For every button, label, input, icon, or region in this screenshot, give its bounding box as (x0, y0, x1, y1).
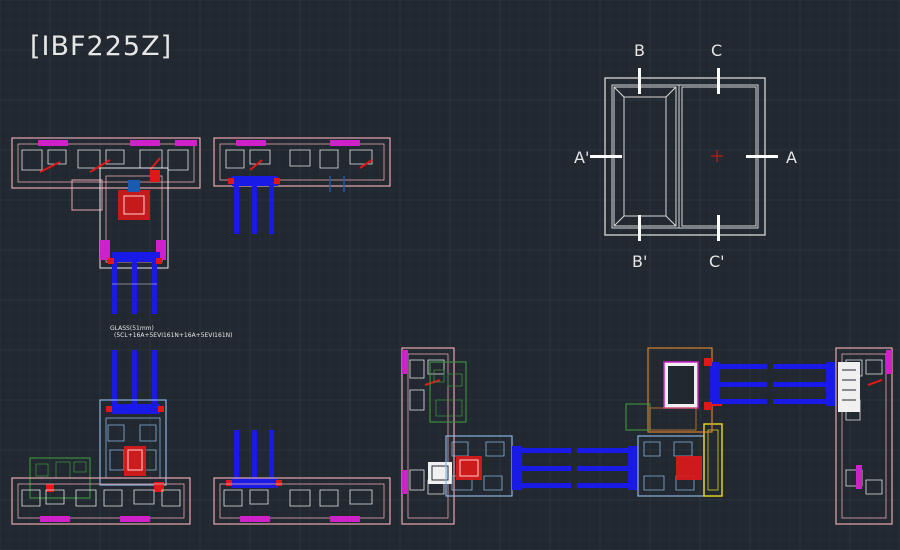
label-b-top: B (634, 41, 645, 60)
elevation-inner-frame (611, 84, 759, 229)
glass-note-line2: (5CL+16A+5EVI161N+16A+5EVI161N) (114, 332, 232, 339)
section-marker-a-right (746, 155, 778, 158)
sill-section-left (11, 350, 191, 525)
section-marker-a-left (590, 155, 622, 158)
window-elevation: B C A' A B' C' (574, 41, 797, 271)
section-marker-b-bottom (638, 215, 641, 241)
cad-drawing-canvas[interactable]: [IBF225Z] B C A' A B' C' GLASS(51mm) (5C… (0, 0, 900, 550)
left-sash (613, 86, 677, 227)
head-section-middle (213, 137, 391, 234)
label-b-bottom: B' (632, 252, 647, 271)
section-marker-c-top (717, 68, 720, 94)
label-c-bottom: C' (709, 252, 725, 271)
glass-note-line1: GLASS(51mm) (110, 325, 154, 332)
drawing-title: [IBF225Z] (30, 31, 172, 62)
section-marker-b-top (638, 68, 641, 94)
label-c-top: C (711, 41, 722, 60)
section-marker-c-bottom (717, 215, 720, 241)
elevation-outer-frame (604, 77, 766, 236)
label-a: A (786, 148, 797, 167)
label-a-prime: A' (574, 148, 589, 167)
plan-section-right (401, 347, 893, 525)
